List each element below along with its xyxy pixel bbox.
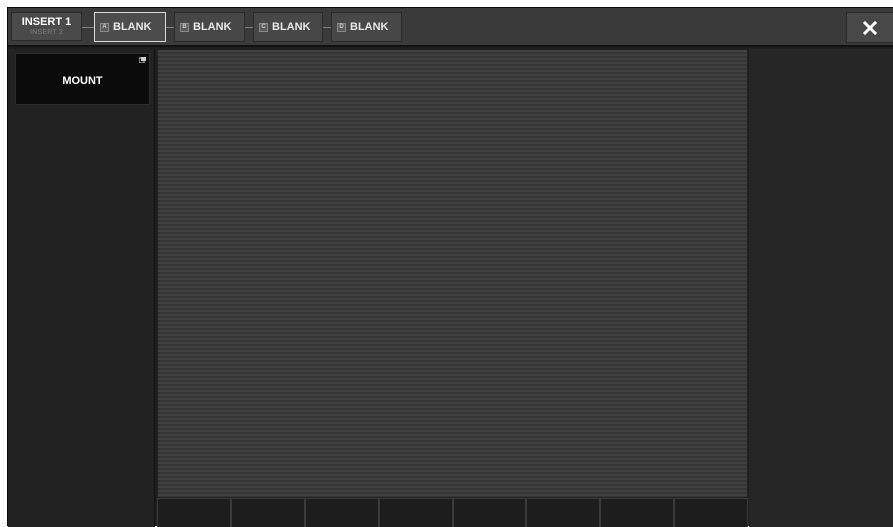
right-panel bbox=[749, 49, 893, 527]
knob-row bbox=[157, 498, 748, 527]
insert-window: INSERT 1 INSERT 2 A BLANK B BLANK C BLAN… bbox=[7, 7, 893, 527]
slot-d-label: BLANK bbox=[350, 21, 389, 33]
slot-a-label: BLANK bbox=[113, 21, 152, 33]
top-bar: INSERT 1 INSERT 2 A BLANK B BLANK C BLAN… bbox=[8, 8, 893, 47]
slot-connector bbox=[245, 27, 253, 28]
knob-cell-5[interactable] bbox=[452, 498, 527, 527]
knob-cell-7[interactable] bbox=[600, 498, 675, 527]
slot-c-letter-icon: C bbox=[259, 22, 268, 32]
knob-cell-4[interactable] bbox=[378, 498, 453, 527]
mount-button[interactable]: MOUNT bbox=[15, 53, 150, 105]
left-panel: MOUNT bbox=[8, 49, 155, 527]
popup-icon bbox=[139, 57, 146, 63]
slot-b-button[interactable]: B BLANK bbox=[174, 12, 245, 42]
close-button[interactable] bbox=[846, 12, 893, 43]
knob-cell-6[interactable] bbox=[526, 498, 601, 527]
slot-b-label: BLANK bbox=[193, 21, 232, 33]
knob-cell-3[interactable] bbox=[304, 498, 379, 527]
slot-connector bbox=[323, 27, 331, 28]
slot-d-button[interactable]: D BLANK bbox=[331, 12, 402, 42]
slot-c-label: BLANK bbox=[272, 21, 311, 33]
plugin-display-area bbox=[157, 49, 748, 498]
slot-a-letter-icon: A bbox=[100, 22, 109, 32]
mount-label: MOUNT bbox=[62, 75, 103, 87]
slot-d-letter-icon: D bbox=[337, 22, 346, 32]
insert-tab-label: INSERT 1 bbox=[21, 15, 72, 28]
slot-connector bbox=[166, 27, 174, 28]
knob-cell-8[interactable] bbox=[674, 498, 748, 527]
insert-select-tab[interactable]: INSERT 1 INSERT 2 bbox=[11, 12, 82, 41]
slot-c-button[interactable]: C BLANK bbox=[253, 12, 323, 42]
close-icon bbox=[863, 20, 877, 35]
insert-tab-sublabel: INSERT 2 bbox=[30, 28, 63, 36]
slot-b-letter-icon: B bbox=[180, 22, 189, 32]
slot-a-button[interactable]: A BLANK bbox=[94, 12, 166, 42]
slot-connector bbox=[82, 27, 94, 28]
knob-cell-1[interactable] bbox=[157, 498, 231, 527]
knob-cell-2[interactable] bbox=[230, 498, 305, 527]
